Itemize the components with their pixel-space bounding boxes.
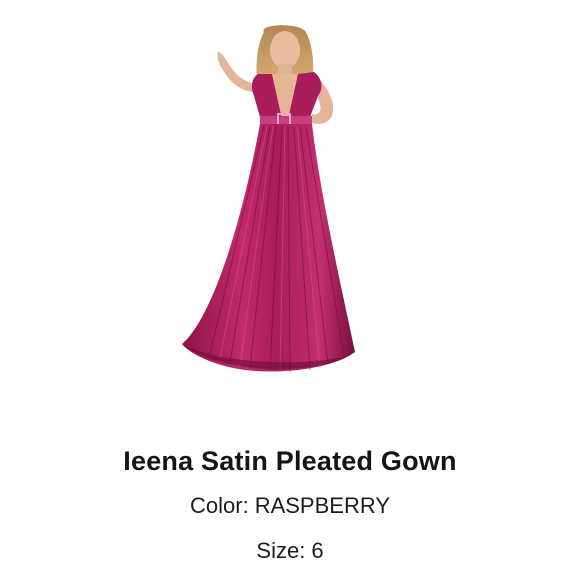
size-value: 6	[311, 538, 324, 563]
product-image[interactable]	[160, 22, 400, 392]
color-line: Color: RASPBERRY	[0, 493, 580, 519]
belt	[260, 116, 312, 124]
color-label: Color:	[190, 493, 249, 518]
size-label: Size:	[256, 538, 306, 563]
product-card: Ieena Satin Pleated Gown Color: RASPBERRY…	[0, 0, 580, 580]
size-line: Size: 6	[0, 538, 580, 564]
face	[270, 31, 300, 69]
color-value: RASPBERRY	[254, 493, 390, 518]
product-title: Ieena Satin Pleated Gown	[123, 446, 457, 476]
gown-photo	[182, 25, 355, 373]
